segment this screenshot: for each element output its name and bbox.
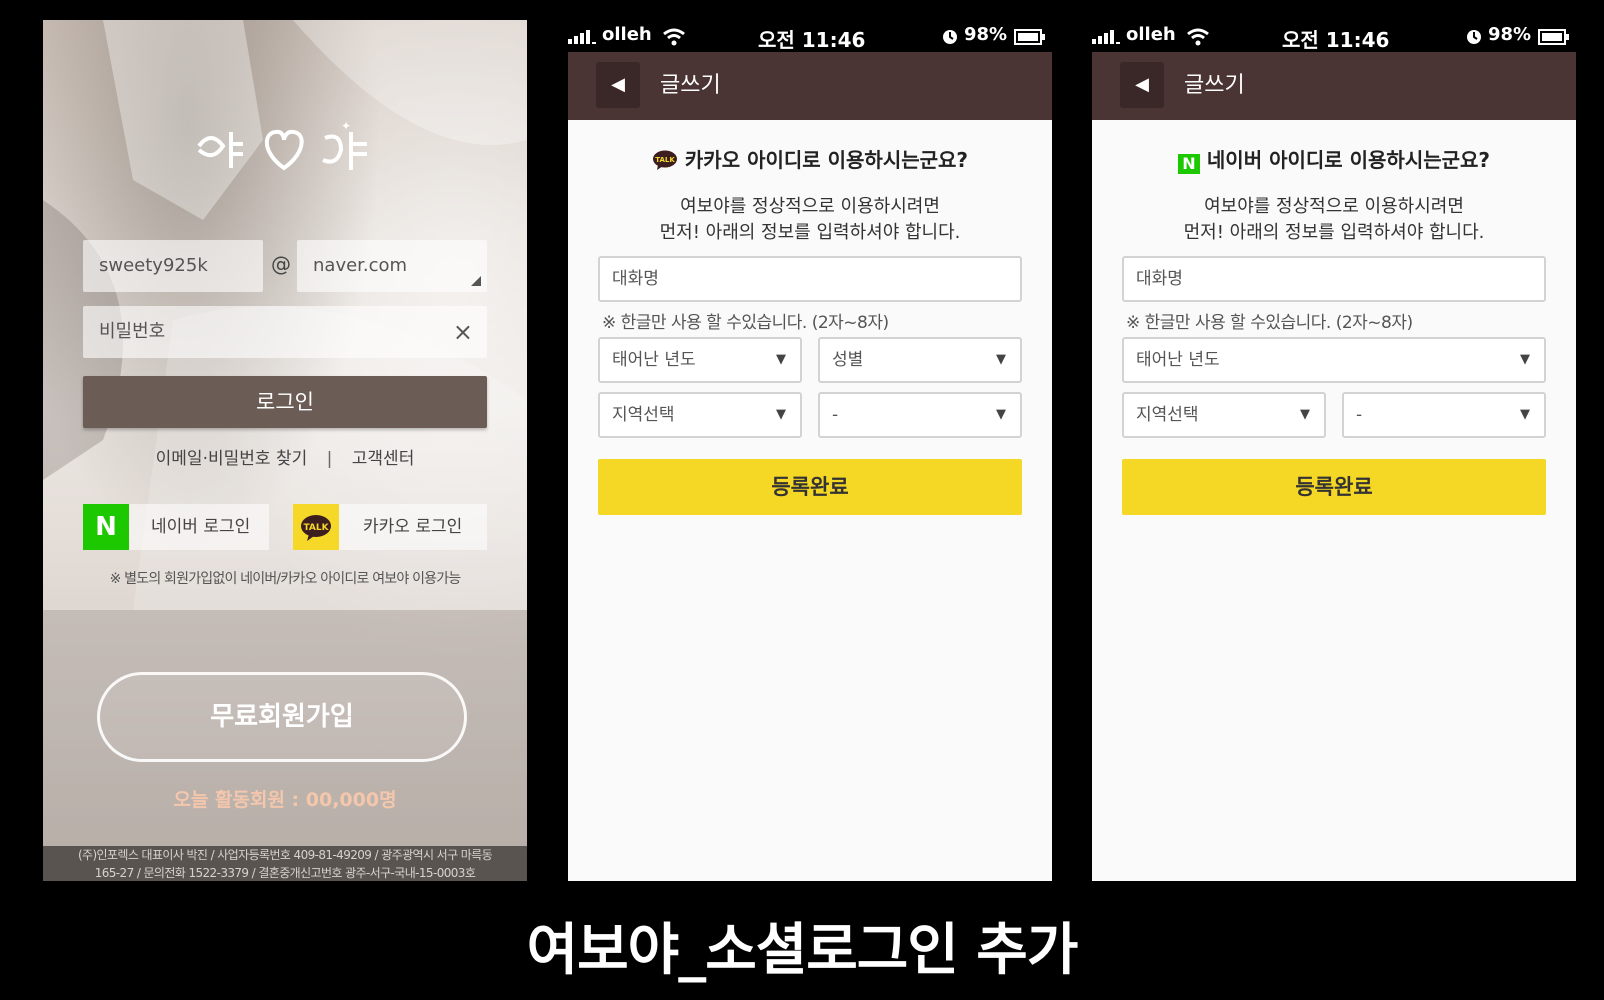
back-arrow-icon: ◀	[1135, 74, 1149, 95]
instruction-line-1: 여보야를 정상적으로 이용하시려면	[680, 196, 940, 217]
carrier-name: olleh	[1126, 24, 1176, 45]
svg-text:✦: ✦	[341, 119, 351, 133]
chevron-down-icon: ▼	[1520, 407, 1530, 422]
birth-year-value: 태어난 년도	[1136, 350, 1220, 370]
free-signup-button[interactable]: 무료회원가입	[97, 672, 467, 762]
kakao-question: TALK 카카오 아이디로 이용하시는군요?	[568, 144, 1052, 173]
clock: 오전 11:46	[1282, 28, 1390, 52]
naver-signup-screen: ◀ 글쓰기 N 네이버 아이디로 이용하시는군요? 여보야를 정상적으로 이용하…	[1092, 52, 1576, 881]
region-value: 지역선택	[612, 405, 675, 425]
dropdown-corner-icon	[471, 276, 481, 286]
question-text: 카카오 아이디로 이용하시는군요?	[684, 148, 969, 172]
wifi-icon	[1187, 28, 1209, 46]
naver-icon: N	[83, 504, 129, 550]
password-input[interactable]: 비밀번호 ×	[83, 306, 487, 358]
kakao-login-button[interactable]: TALK 카카오 로그인	[293, 504, 487, 550]
kakao-signup-screen: ◀ 글쓰기 TALK 카카오 아이디로 이용하시는군요? 여보야를 정상적으로 …	[568, 52, 1052, 881]
instruction-line-1: 여보야를 정상적으로 이용하시려면	[1204, 196, 1464, 217]
instruction-text: 여보야를 정상적으로 이용하시려면 먼저! 아래의 정보를 입력하셔야 합니다.	[568, 194, 1052, 246]
alarm-icon	[1467, 30, 1481, 44]
kakao-login-label: 카카오 로그인	[363, 517, 463, 537]
chevron-down-icon: ▼	[776, 352, 786, 367]
password-placeholder: 비밀번호	[99, 321, 166, 342]
nickname-hint: ※ 한글만 사용 할 수있습니다. (2자~8자)	[1126, 313, 1413, 333]
app-bar: ◀ 글쓰기	[1092, 52, 1576, 120]
page-title: 글쓰기	[1184, 73, 1245, 98]
register-complete-button[interactable]: 등록완료	[598, 459, 1022, 515]
email-domain-value: naver.com	[313, 255, 408, 276]
battery-icon	[1014, 29, 1045, 45]
nickname-input[interactable]: 대화명	[598, 256, 1022, 302]
company-footer: (주)인포렉스 대표이사 박진 / 사업자등록번호 409-81-49209 /…	[43, 846, 527, 881]
naver-login-button[interactable]: N 네이버 로그인	[83, 504, 269, 550]
footer-line-1: (주)인포렉스 대표이사 박진 / 사업자등록번호 409-81-49209 /…	[77, 848, 493, 862]
question-text: 네이버 아이디로 이용하시는군요?	[1206, 148, 1491, 172]
battery-icon	[1538, 29, 1569, 45]
nickname-input[interactable]: 대화명	[1122, 256, 1546, 302]
gender-select[interactable]: 성별 ▼	[818, 337, 1022, 383]
page-title: 글쓰기	[660, 73, 721, 98]
kakao-bubble-icon: TALK	[301, 515, 331, 541]
back-button[interactable]: ◀	[596, 62, 640, 108]
wifi-icon	[663, 28, 685, 46]
gender-value: 성별	[832, 350, 864, 370]
instruction-line-2: 먼저! 아래의 정보를 입력하셔야 합니다.	[1183, 222, 1485, 243]
footer-line-2: 165-27 / 문의전화 1522-3379 / 결혼중개신고번호 광주-서구…	[94, 866, 476, 880]
chevron-down-icon: ▼	[1300, 407, 1310, 422]
chevron-down-icon: ▼	[996, 407, 1006, 422]
subregion-select[interactable]: - ▼	[818, 392, 1022, 438]
email-domain-select[interactable]: naver.com	[297, 240, 487, 292]
region-select[interactable]: 지역선택 ▼	[598, 392, 802, 438]
nickname-hint: ※ 한글만 사용 할 수있습니다. (2자~8자)	[602, 313, 889, 333]
logo-heart-icon: ✦	[197, 119, 367, 171]
kakao-talk-icon: TALK	[293, 504, 339, 550]
find-account-link[interactable]: 이메일·비밀번호 찾기	[156, 449, 308, 469]
register-complete-button[interactable]: 등록완료	[1122, 459, 1546, 515]
email-id-input[interactable]: sweety925k	[83, 240, 263, 292]
back-button[interactable]: ◀	[1120, 62, 1164, 108]
customer-center-link[interactable]: 고객센터	[352, 449, 415, 469]
subregion-select[interactable]: - ▼	[1342, 392, 1546, 438]
clock: 오전 11:46	[758, 28, 866, 52]
status-bar-naver: olleh 오전 11:46 98%	[1092, 22, 1576, 52]
region-select[interactable]: 지역선택 ▼	[1122, 392, 1326, 438]
back-arrow-icon: ◀	[611, 74, 625, 95]
social-login-note: ※ 별도의 회원가입없이 네이버/카카오 아이디로 여보야 이용가능	[109, 571, 462, 587]
naver-question: N 네이버 아이디로 이용하시는군요?	[1092, 144, 1576, 174]
alarm-icon	[943, 30, 957, 44]
region-value: 지역선택	[1136, 405, 1199, 425]
login-screen: ✦ sweety925k @ naver.com 비밀번호 × 로그인 이메일·…	[43, 20, 527, 881]
kakao-talk-text: TALK	[303, 523, 329, 533]
chevron-down-icon: ▼	[1520, 352, 1530, 367]
subregion-value: -	[832, 405, 839, 425]
battery-percent: 98%	[1488, 24, 1532, 45]
kakao-talk-badge-icon: TALK	[652, 150, 677, 170]
naver-badge-icon: N	[1177, 154, 1200, 174]
naver-login-label: 네이버 로그인	[151, 517, 251, 537]
yeoboya-logo: ✦	[191, 116, 377, 186]
link-separator: |	[326, 449, 333, 469]
battery-percent: 98%	[964, 24, 1008, 45]
at-sign: @	[271, 252, 291, 276]
clear-icon[interactable]: ×	[453, 306, 473, 358]
login-button[interactable]: 로그인	[83, 376, 487, 428]
subregion-value: -	[1356, 405, 1363, 425]
status-bar-kakao: olleh 오전 11:46 98%	[568, 22, 1052, 52]
signal-icon	[568, 30, 596, 44]
active-members-count: 오늘 활동회원 : 00,000명	[173, 789, 397, 811]
birth-year-select[interactable]: 태어난 년도 ▼	[1122, 337, 1546, 383]
chevron-down-icon: ▼	[776, 407, 786, 422]
instruction-text: 여보야를 정상적으로 이용하시려면 먼저! 아래의 정보를 입력하셔야 합니다.	[1092, 194, 1576, 246]
app-bar: ◀ 글쓰기	[568, 52, 1052, 120]
birth-year-value: 태어난 년도	[612, 350, 696, 370]
carrier-name: olleh	[602, 24, 652, 45]
account-links: 이메일·비밀번호 찾기 | 고객센터	[83, 444, 487, 469]
instruction-line-2: 먼저! 아래의 정보를 입력하셔야 합니다.	[659, 222, 961, 243]
chevron-down-icon: ▼	[996, 352, 1006, 367]
slide-caption: 여보야_소셜로그인 추가	[526, 918, 1079, 983]
signal-icon	[1092, 30, 1120, 44]
birth-year-select[interactable]: 태어난 년도 ▼	[598, 337, 802, 383]
kakao-badge-text: TALK	[655, 156, 675, 164]
